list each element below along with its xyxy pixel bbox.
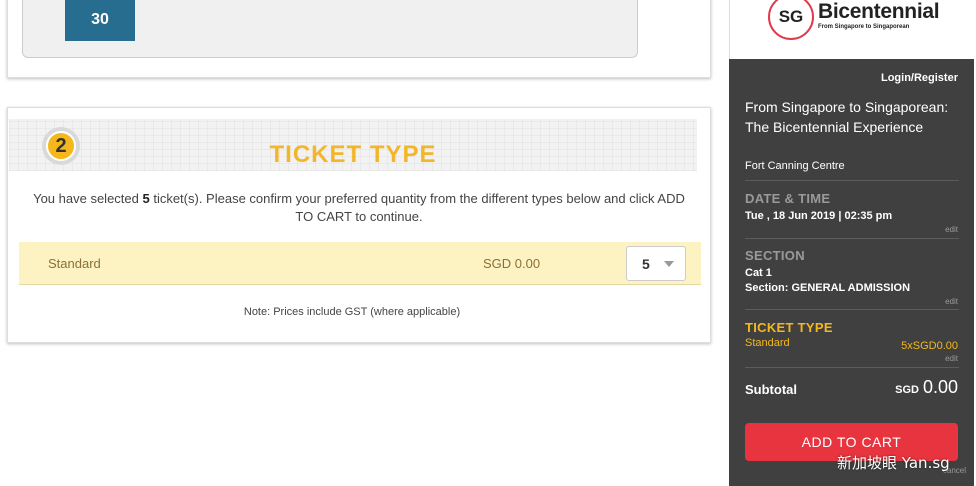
logo-area: SG Bicentennial From Singapore to Singap… — [729, 0, 974, 59]
calendar-card: 30 — [7, 0, 711, 78]
tickettype-value: Standard — [745, 337, 790, 349]
calendar-day-selected[interactable]: 30 — [65, 0, 135, 41]
ticket-row-name: Standard — [48, 256, 101, 271]
bicentennial-logo-icon: SG — [768, 0, 814, 40]
watermark-text: 新加坡眼 Yan.sg — [837, 454, 950, 472]
calendar-day-number: 30 — [91, 11, 109, 28]
divider — [745, 309, 959, 310]
section-label: SECTION — [745, 248, 805, 263]
login-register-link[interactable]: Login/Register — [881, 72, 958, 84]
quantity-value: 5 — [642, 255, 650, 272]
ticket-type-title: TICKET TYPE — [269, 141, 437, 168]
ticket-row-standard: Standard SGD 0.00 5 — [19, 242, 701, 285]
datetime-label: DATE & TIME — [745, 191, 831, 206]
divider — [745, 180, 959, 181]
logo-tagline: From Singapore to Singaporean — [818, 24, 910, 30]
event-venue: Fort Canning Centre — [745, 160, 845, 172]
divider — [745, 367, 959, 368]
edit-datetime-link[interactable]: edit — [945, 225, 958, 234]
datetime-value: Tue , 18 Jun 2019 | 02:35 pm — [745, 210, 893, 222]
ticket-row-price: SGD 0.00 — [483, 256, 541, 271]
logo-mark: SG — [778, 7, 804, 26]
ticket-type-description: You have selected 5 ticket(s). Please co… — [23, 190, 695, 226]
selected-ticket-count: 5 — [142, 191, 150, 206]
subtotal-currency: SGD — [895, 384, 919, 396]
event-title: From Singapore to Singaporean: The Bicen… — [745, 99, 949, 135]
ticket-type-panel: TICKET TYPE 2 You have selected 5 ticket… — [7, 107, 711, 343]
edit-section-link[interactable]: edit — [945, 297, 958, 306]
subtotal-label: Subtotal — [745, 382, 797, 397]
edit-tickettype-link[interactable]: edit — [945, 354, 958, 363]
desc-suffix: ticket(s). Please confirm your preferred… — [149, 191, 685, 224]
gst-note: Note: Prices include GST (where applicab… — [243, 306, 461, 318]
step-badge: 2 — [42, 127, 80, 165]
desc-prefix: You have selected — [33, 191, 143, 206]
subtotal-amount: 0.00 — [922, 377, 958, 397]
section-value: Section: GENERAL ADMISSION — [745, 282, 911, 294]
logo-name: Bicentennial — [818, 0, 940, 23]
quantity-select[interactable]: 5 — [626, 246, 686, 281]
section-category: Cat 1 — [745, 267, 772, 279]
tickettype-price: 5xSGD0.00 — [901, 340, 958, 352]
calendar-grid: 30 — [22, 0, 638, 58]
chevron-down-icon — [664, 261, 674, 267]
subtotal-value: SGD 0.00 — [895, 377, 958, 398]
step-number: 2 — [46, 131, 76, 161]
order-summary-sidebar: SG Bicentennial From Singapore to Singap… — [729, 0, 974, 486]
ticket-type-header: TICKET TYPE — [9, 119, 697, 171]
divider — [745, 238, 959, 239]
tickettype-label: TICKET TYPE — [745, 320, 833, 335]
